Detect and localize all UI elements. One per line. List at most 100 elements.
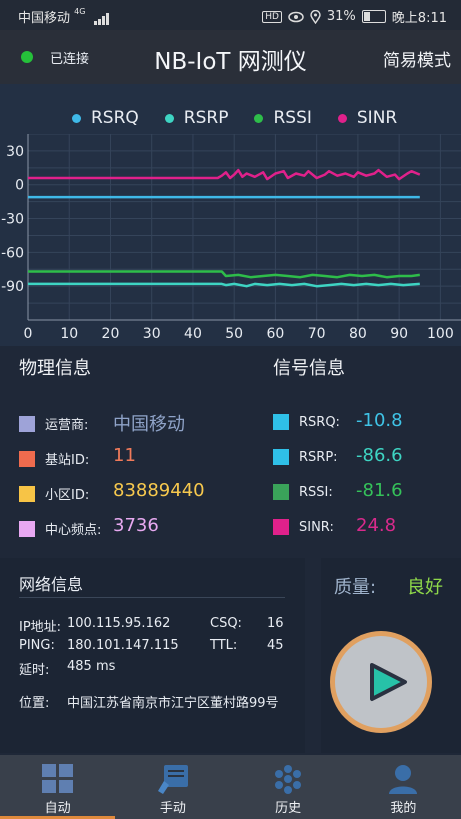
app-header: 已连接 NB-IoT 网测仪 简易模式 <box>0 30 461 85</box>
x-tick-label: 100 <box>427 326 454 342</box>
legend-label: RSRQ <box>91 108 139 128</box>
color-swatch <box>19 415 35 432</box>
series-line-rssi <box>28 270 420 279</box>
physical-info-title: 物理信息 <box>19 358 91 379</box>
series-line-sinr <box>28 168 421 181</box>
carrier-label: 中国移动 <box>18 11 71 26</box>
legend-item: RSSI <box>254 108 312 128</box>
x-tick-label: 0 <box>24 326 33 342</box>
color-swatch <box>273 519 289 535</box>
network-info-panel: 网络信息 IP地址: 100.115.95.162 CSQ: 16 PING: … <box>0 558 305 753</box>
physical-row: 中心频点: <box>19 519 101 538</box>
legend-dot <box>164 113 174 123</box>
tab-profile[interactable]: 我的 <box>346 755 461 819</box>
signal-value: -86.6 <box>356 445 403 466</box>
grid-icon <box>41 764 73 793</box>
signal-row: RSRQ: <box>273 414 340 430</box>
signal-label: RSRQ: <box>299 414 340 430</box>
legend-dot <box>72 113 81 123</box>
x-tick-label: 10 <box>60 326 78 342</box>
tab-auto-label: 自动 <box>44 801 71 816</box>
color-swatch <box>19 485 35 502</box>
tab-profile-label: 我的 <box>390 801 417 816</box>
signal-value: -10.8 <box>356 410 403 431</box>
signal-row: RSSI: <box>273 484 333 500</box>
play-icon <box>370 663 407 701</box>
signal-label: RSSI: <box>299 484 333 500</box>
status-icons: HD 31% 晚上8:11 <box>262 7 447 26</box>
x-tick-label: 30 <box>143 326 161 342</box>
legend-label: RSRP <box>183 108 229 128</box>
color-swatch <box>19 450 35 467</box>
ip-value: 100.115.95.162 <box>67 616 171 631</box>
physical-label: 基站ID: <box>45 453 90 468</box>
csq-label: CSQ: <box>210 616 242 631</box>
location-label: 位置: <box>19 696 50 711</box>
battery-icon <box>361 10 386 23</box>
signal-line-chart: 0 10 20 30 40 50 60 70 80 90 100 30 0 -30 -60 -90 <box>1 134 461 342</box>
status-bar: 中国移动 4G HD 31% 晚上8:11 <box>0 0 461 30</box>
delay-label: 延时: <box>19 663 50 678</box>
signal-value: 24.8 <box>356 515 397 536</box>
history-icon <box>275 765 302 794</box>
battery-percent: 31% <box>326 9 356 24</box>
tab-auto[interactable]: 自动 <box>0 755 116 819</box>
simple-mode-button[interactable]: 简易模式 <box>383 46 451 71</box>
ping-value: 180.101.147.115 <box>67 638 179 653</box>
ping-label: PING: <box>19 638 55 653</box>
bottom-tab-bar: 自动 手动 历史 我的 <box>0 755 461 819</box>
signal-row: RSRP: <box>273 449 338 465</box>
y-tick-label: -60 <box>1 245 24 261</box>
hd-icon: HD <box>262 10 282 23</box>
physical-label: 小区ID: <box>45 488 90 503</box>
y-tick-label: 30 <box>6 144 24 160</box>
ttl-value: 45 <box>267 638 284 653</box>
legend-item: RSRP <box>164 108 229 128</box>
network-type: 4G <box>74 7 86 16</box>
x-tick-label: 60 <box>267 326 285 342</box>
physical-row: 运营商: <box>19 414 88 433</box>
signal-chart-panel: RSRQ RSRP RSSI SINR 0 10 20 30 40 50 60 70 80 90 100 3… <box>0 84 461 346</box>
signal-strength-icon <box>93 12 109 25</box>
csq-value: 16 <box>267 616 284 631</box>
legend-label: RSSI <box>273 108 312 128</box>
quality-value: 良好 <box>407 577 443 598</box>
color-swatch <box>273 414 289 430</box>
ip-label: IP地址: <box>19 620 62 635</box>
signal-info-title: 信号信息 <box>273 358 345 379</box>
x-tick-label: 80 <box>349 326 367 342</box>
x-tick-label: 90 <box>390 326 408 342</box>
x-tick-label: 20 <box>102 326 120 342</box>
tab-history[interactable]: 历史 <box>231 755 346 819</box>
y-tick-label: 0 <box>15 178 24 194</box>
color-swatch <box>19 520 35 537</box>
color-swatch <box>273 449 289 465</box>
y-tick-label: -30 <box>1 212 24 228</box>
carrier-group: 中国移动 4G <box>18 7 110 26</box>
physical-value: 83889440 <box>113 480 205 501</box>
location-value: 中国江苏省南京市江宁区董村路99号 <box>67 696 279 711</box>
eye-icon <box>288 11 304 22</box>
signal-label: RSRP: <box>299 449 338 465</box>
tab-history-label: 历史 <box>275 801 302 816</box>
start-test-button[interactable] <box>330 631 432 733</box>
chart-legend: RSRQ RSRP RSSI SINR <box>72 108 423 128</box>
signal-row: SINR: <box>273 519 334 535</box>
network-info-title: 网络信息 <box>19 575 84 594</box>
tab-manual-label: 手动 <box>159 801 186 816</box>
quality-label: 质量: <box>334 577 377 598</box>
legend-item: SINR <box>337 108 397 128</box>
physical-label: 运营商: <box>45 418 89 433</box>
x-tick-label: 40 <box>184 326 202 342</box>
legend-dot <box>337 113 347 123</box>
location-pin-icon <box>310 9 321 24</box>
tab-manual[interactable]: 手动 <box>115 755 230 819</box>
color-swatch <box>273 484 289 500</box>
physical-value: 11 <box>113 445 136 466</box>
signal-value: -81.6 <box>356 480 403 501</box>
physical-row: 基站ID: <box>19 449 89 468</box>
x-tick-label: 50 <box>225 326 243 342</box>
play-button-face <box>335 636 427 728</box>
clock: 晚上8:11 <box>391 11 447 26</box>
user-icon <box>389 765 418 794</box>
